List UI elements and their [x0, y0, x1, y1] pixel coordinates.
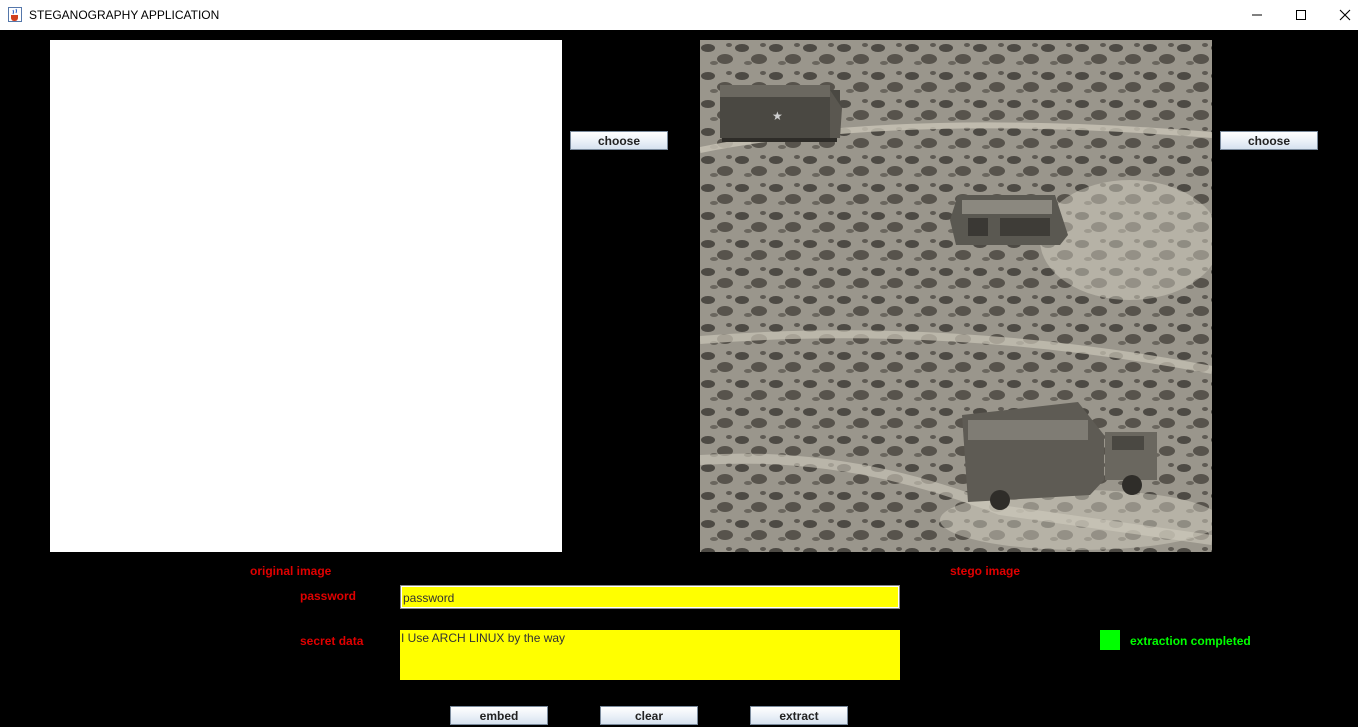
window-title: STEGANOGRAPHY APPLICATION	[29, 8, 220, 22]
extract-button[interactable]: extract	[750, 706, 848, 725]
minimize-button[interactable]	[1234, 0, 1280, 30]
maximize-icon	[1296, 10, 1306, 20]
close-icon	[1339, 9, 1351, 21]
secret-data-textarea[interactable]: I Use ARCH LINUX by the way	[400, 630, 900, 680]
status-indicator	[1100, 630, 1120, 650]
desert-vehicles-grayscale-photo: ★	[700, 40, 1212, 552]
stego-image-panel: ★	[700, 40, 1212, 552]
clear-button[interactable]: clear	[600, 706, 698, 725]
status-text: extraction completed	[1130, 634, 1251, 648]
password-field[interactable]	[400, 585, 900, 609]
stego-image-caption: stego image	[950, 564, 1021, 578]
minimize-icon	[1252, 14, 1262, 16]
svg-text:★: ★	[772, 109, 783, 123]
close-button[interactable]	[1322, 0, 1358, 30]
embed-button[interactable]: embed	[450, 706, 548, 725]
vehicle-apc: ★	[720, 85, 842, 142]
secret-data-label: secret data	[300, 634, 364, 648]
choose-original-button[interactable]: choose	[570, 131, 668, 150]
maximize-button[interactable]	[1278, 0, 1324, 30]
title-bar: STEGANOGRAPHY APPLICATION	[0, 0, 1358, 30]
original-image-panel	[50, 40, 562, 552]
choose-stego-button[interactable]: choose	[1220, 131, 1318, 150]
vehicle-van	[950, 195, 1068, 245]
password-label: password	[300, 589, 357, 603]
original-image-caption: original image	[250, 564, 332, 578]
java-cup-icon	[8, 7, 22, 22]
